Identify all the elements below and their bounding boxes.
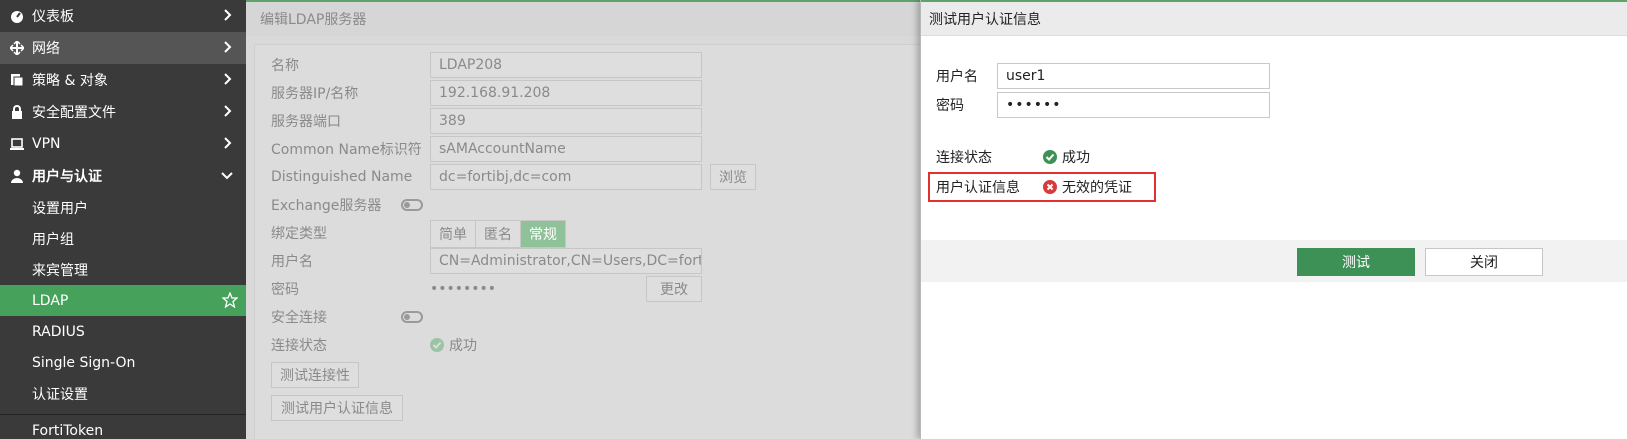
sidebar-item-user-definition[interactable]: 设置用户: [0, 192, 246, 223]
nav-item-label: 安全配置文件: [32, 105, 116, 121]
user-icon: [8, 167, 26, 185]
sidebar-item-label: 用户组: [32, 231, 74, 248]
sidebar-item-label: FortiToken: [32, 422, 104, 439]
sidebar-item-label: LDAP: [32, 292, 69, 309]
test-button[interactable]: 测试: [1297, 248, 1415, 276]
username-field[interactable]: CN=Administrator,CN=Users,DC=fortil: [430, 248, 702, 274]
change-password-button[interactable]: 更改: [646, 276, 702, 302]
password-value: ••••••••: [430, 281, 497, 297]
panel-connection-status-value: 成功: [1062, 150, 1090, 166]
panel-username-label: 用户名: [936, 69, 978, 85]
panel-connection-status: 成功: [1043, 144, 1090, 170]
dashboard-icon: [8, 7, 26, 25]
panel-password-label: 密码: [936, 98, 964, 114]
sidebar-item-label: RADIUS: [32, 323, 85, 340]
policy-icon: [8, 71, 26, 89]
server-port-label: 服务器端口: [271, 114, 341, 130]
sidebar-item-label: 来宾管理: [32, 262, 88, 279]
star-icon[interactable]: [222, 292, 238, 308]
check-circle-icon: [1043, 150, 1057, 164]
network-icon: [8, 39, 26, 57]
distinguished-name-label: Distinguished Name: [271, 169, 413, 185]
test-connectivity-button[interactable]: 测试连接性: [271, 362, 359, 388]
common-name-field[interactable]: sAMAccountName: [430, 136, 702, 162]
secure-connection-toggle[interactable]: [401, 311, 423, 323]
server-port-field[interactable]: 389: [430, 108, 702, 134]
nav-item-network[interactable]: 网络: [0, 32, 246, 64]
check-circle-icon: [430, 338, 444, 352]
chevron-right-icon: [224, 105, 232, 117]
nav-item-label: 网络: [32, 41, 60, 57]
nav-item-vpn[interactable]: VPN: [0, 128, 246, 160]
test-user-credentials-panel: 测试用户认证信息 用户名 user1 密码 •••••• 连接状态 成功 用户认…: [920, 0, 1627, 439]
username-label: 用户名: [271, 254, 313, 270]
name-label: 名称: [271, 58, 299, 74]
panel-password-input[interactable]: ••••••: [997, 92, 1270, 118]
bind-type-label: 绑定类型: [271, 226, 327, 242]
sidebar-item-guest-management[interactable]: 来宾管理: [0, 254, 246, 285]
test-user-credentials-button[interactable]: 测试用户认证信息: [271, 395, 403, 421]
nav-item-label: 用户与认证: [32, 169, 102, 185]
close-button[interactable]: 关闭: [1425, 248, 1543, 276]
lock-icon: [8, 103, 26, 121]
name-field[interactable]: LDAP208: [430, 52, 702, 78]
nav-item-user-auth[interactable]: 用户与认证: [0, 160, 246, 192]
connection-status-value: 成功: [449, 338, 477, 354]
page-title: 编辑LDAP服务器: [246, 0, 920, 36]
exchange-server-toggle[interactable]: [401, 199, 423, 211]
sidebar-item-label: Single Sign-On: [32, 354, 136, 371]
monitor-icon: [8, 135, 26, 153]
chevron-right-icon: [224, 41, 232, 53]
panel-user-auth-label: 用户认证信息: [936, 180, 1020, 196]
common-name-label: Common Name标识符: [271, 142, 422, 158]
bind-type-anonymous[interactable]: 匿名: [476, 221, 521, 247]
chevron-right-icon: [224, 9, 232, 21]
sidebar-item-ldap[interactable]: LDAP: [0, 285, 246, 316]
nav-item-security-profiles[interactable]: 安全配置文件: [0, 96, 246, 128]
panel-footer: 测试 关闭: [921, 240, 1627, 282]
ldap-editor: 编辑LDAP服务器 名称 LDAP208 服务器IP/名称 192.168.91…: [246, 0, 934, 439]
panel-user-auth-status: 无效的凭证: [1043, 174, 1132, 200]
password-label: 密码: [271, 282, 299, 298]
bind-type-simple[interactable]: 简单: [431, 221, 476, 247]
sidebar-item-label: 设置用户: [32, 200, 88, 217]
sidebar-item-fortitoken[interactable]: FortiToken: [0, 415, 246, 439]
panel-user-auth-value: 无效的凭证: [1062, 180, 1132, 196]
error-circle-icon: [1043, 180, 1057, 194]
server-ip-label: 服务器IP/名称: [271, 86, 359, 102]
connection-status-label: 连接状态: [271, 338, 327, 354]
nav-item-label: 仪表板: [32, 9, 74, 25]
sidebar-item-radius[interactable]: RADIUS: [0, 316, 246, 347]
panel-title: 测试用户认证信息: [921, 0, 1627, 36]
chevron-right-icon: [224, 137, 232, 149]
exchange-server-label: Exchange服务器: [271, 198, 382, 214]
panel-username-input[interactable]: user1: [997, 63, 1270, 89]
secure-connection-label: 安全连接: [271, 310, 327, 326]
nav-item-dashboard[interactable]: 仪表板: [0, 0, 246, 32]
nav-item-label: 策略 & 对象: [32, 73, 108, 89]
chevron-down-icon: [221, 172, 233, 180]
server-ip-field[interactable]: 192.168.91.208: [430, 80, 702, 106]
distinguished-name-field[interactable]: dc=fortibj,dc=com: [430, 164, 702, 190]
bind-type-regular[interactable]: 常规: [521, 221, 565, 247]
nav-item-policy[interactable]: 策略 & 对象: [0, 64, 246, 96]
nav-item-label: VPN: [32, 136, 61, 152]
connection-status: 成功: [430, 332, 477, 358]
bind-type-selector: 简单 匿名 常规: [430, 220, 566, 248]
sidebar-item-sso[interactable]: Single Sign-On: [0, 347, 246, 378]
ldap-form: 名称 LDAP208 服务器IP/名称 192.168.91.208 服务器端口…: [254, 44, 934, 439]
browse-button[interactable]: 浏览: [710, 164, 756, 190]
sidebar-item-label: 认证设置: [32, 386, 88, 403]
sidebar: 仪表板 网络 策略 & 对象 安全配置文件 VPN 用户与认证 设置用户 用户组…: [0, 0, 246, 439]
sidebar-item-user-groups[interactable]: 用户组: [0, 223, 246, 254]
sidebar-item-auth-settings[interactable]: 认证设置: [0, 378, 246, 409]
chevron-right-icon: [224, 73, 232, 85]
panel-connection-status-label: 连接状态: [936, 150, 992, 166]
